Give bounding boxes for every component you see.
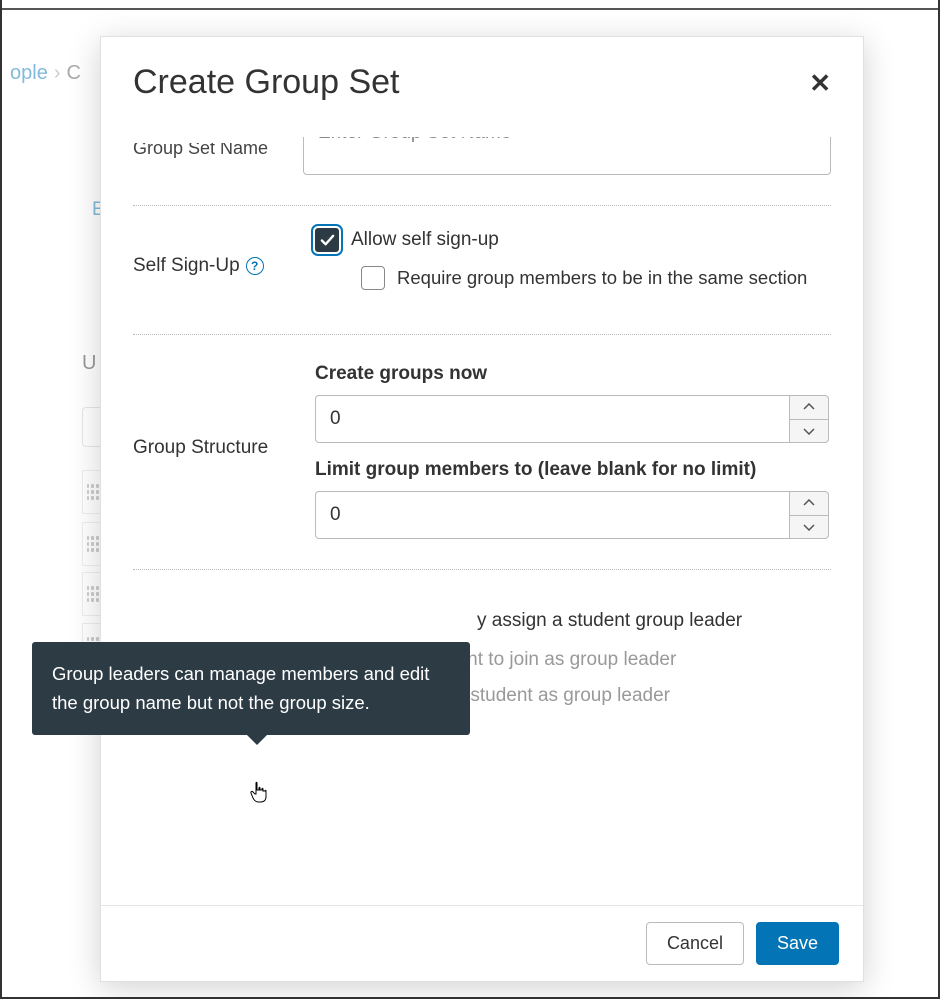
modal-footer: Cancel Save bbox=[101, 905, 863, 981]
cursor-pointer-icon bbox=[249, 780, 269, 804]
help-icon[interactable]: ? bbox=[246, 257, 264, 275]
create-groups-stepper[interactable] bbox=[315, 395, 829, 443]
modal-title: Create Group Set bbox=[133, 63, 399, 102]
cancel-button[interactable]: Cancel bbox=[646, 922, 744, 965]
require-same-section-checkbox[interactable] bbox=[361, 266, 385, 290]
auto-assign-leader-row[interactable]: y assign a student group leader bbox=[477, 610, 863, 632]
group-structure-label: Group Structure bbox=[133, 437, 303, 459]
stepper-up-icon[interactable] bbox=[789, 395, 829, 419]
require-same-section-row[interactable]: Require group members to be in the same … bbox=[361, 266, 829, 290]
auto-assign-leader-label: y assign a student group leader bbox=[477, 610, 742, 632]
leadership-tooltip: Group leaders can manage members and edi… bbox=[32, 642, 470, 735]
stepper-down-icon[interactable] bbox=[789, 515, 829, 540]
allow-self-signup-checkbox[interactable] bbox=[315, 228, 339, 252]
create-groups-label: Create groups now bbox=[315, 363, 829, 385]
save-button[interactable]: Save bbox=[756, 922, 839, 965]
create-groups-input[interactable] bbox=[315, 395, 789, 443]
stepper-up-icon[interactable] bbox=[789, 491, 829, 515]
limit-members-input[interactable] bbox=[315, 491, 789, 539]
close-icon[interactable]: ✕ bbox=[809, 70, 831, 96]
group-set-name-label: Group Set Name bbox=[133, 143, 303, 159]
stepper-down-icon[interactable] bbox=[789, 419, 829, 444]
require-same-section-label: Require group members to be in the same … bbox=[397, 267, 807, 289]
group-structure-section: Group Structure Create groups now Limit … bbox=[133, 335, 831, 570]
allow-self-signup-label: Allow self sign-up bbox=[351, 229, 499, 251]
group-set-name-row: Group Set Name Enter Group Set Name bbox=[133, 137, 831, 206]
allow-self-signup-row[interactable]: Allow self sign-up bbox=[315, 228, 829, 252]
modal-body: Group Set Name Enter Group Set Name Self… bbox=[101, 137, 863, 905]
modal-header: Create Group Set ✕ bbox=[101, 37, 863, 130]
group-set-name-input[interactable]: Enter Group Set Name bbox=[303, 137, 831, 175]
limit-members-stepper[interactable] bbox=[315, 491, 829, 539]
limit-members-label: Limit group members to (leave blank for … bbox=[315, 459, 829, 481]
create-group-set-modal: Create Group Set ✕ Group Set Name Enter … bbox=[100, 36, 864, 982]
self-signup-label: Self Sign-Up ? bbox=[133, 255, 303, 277]
self-signup-section: Self Sign-Up ? Allow self sign-up Requir… bbox=[133, 206, 831, 335]
